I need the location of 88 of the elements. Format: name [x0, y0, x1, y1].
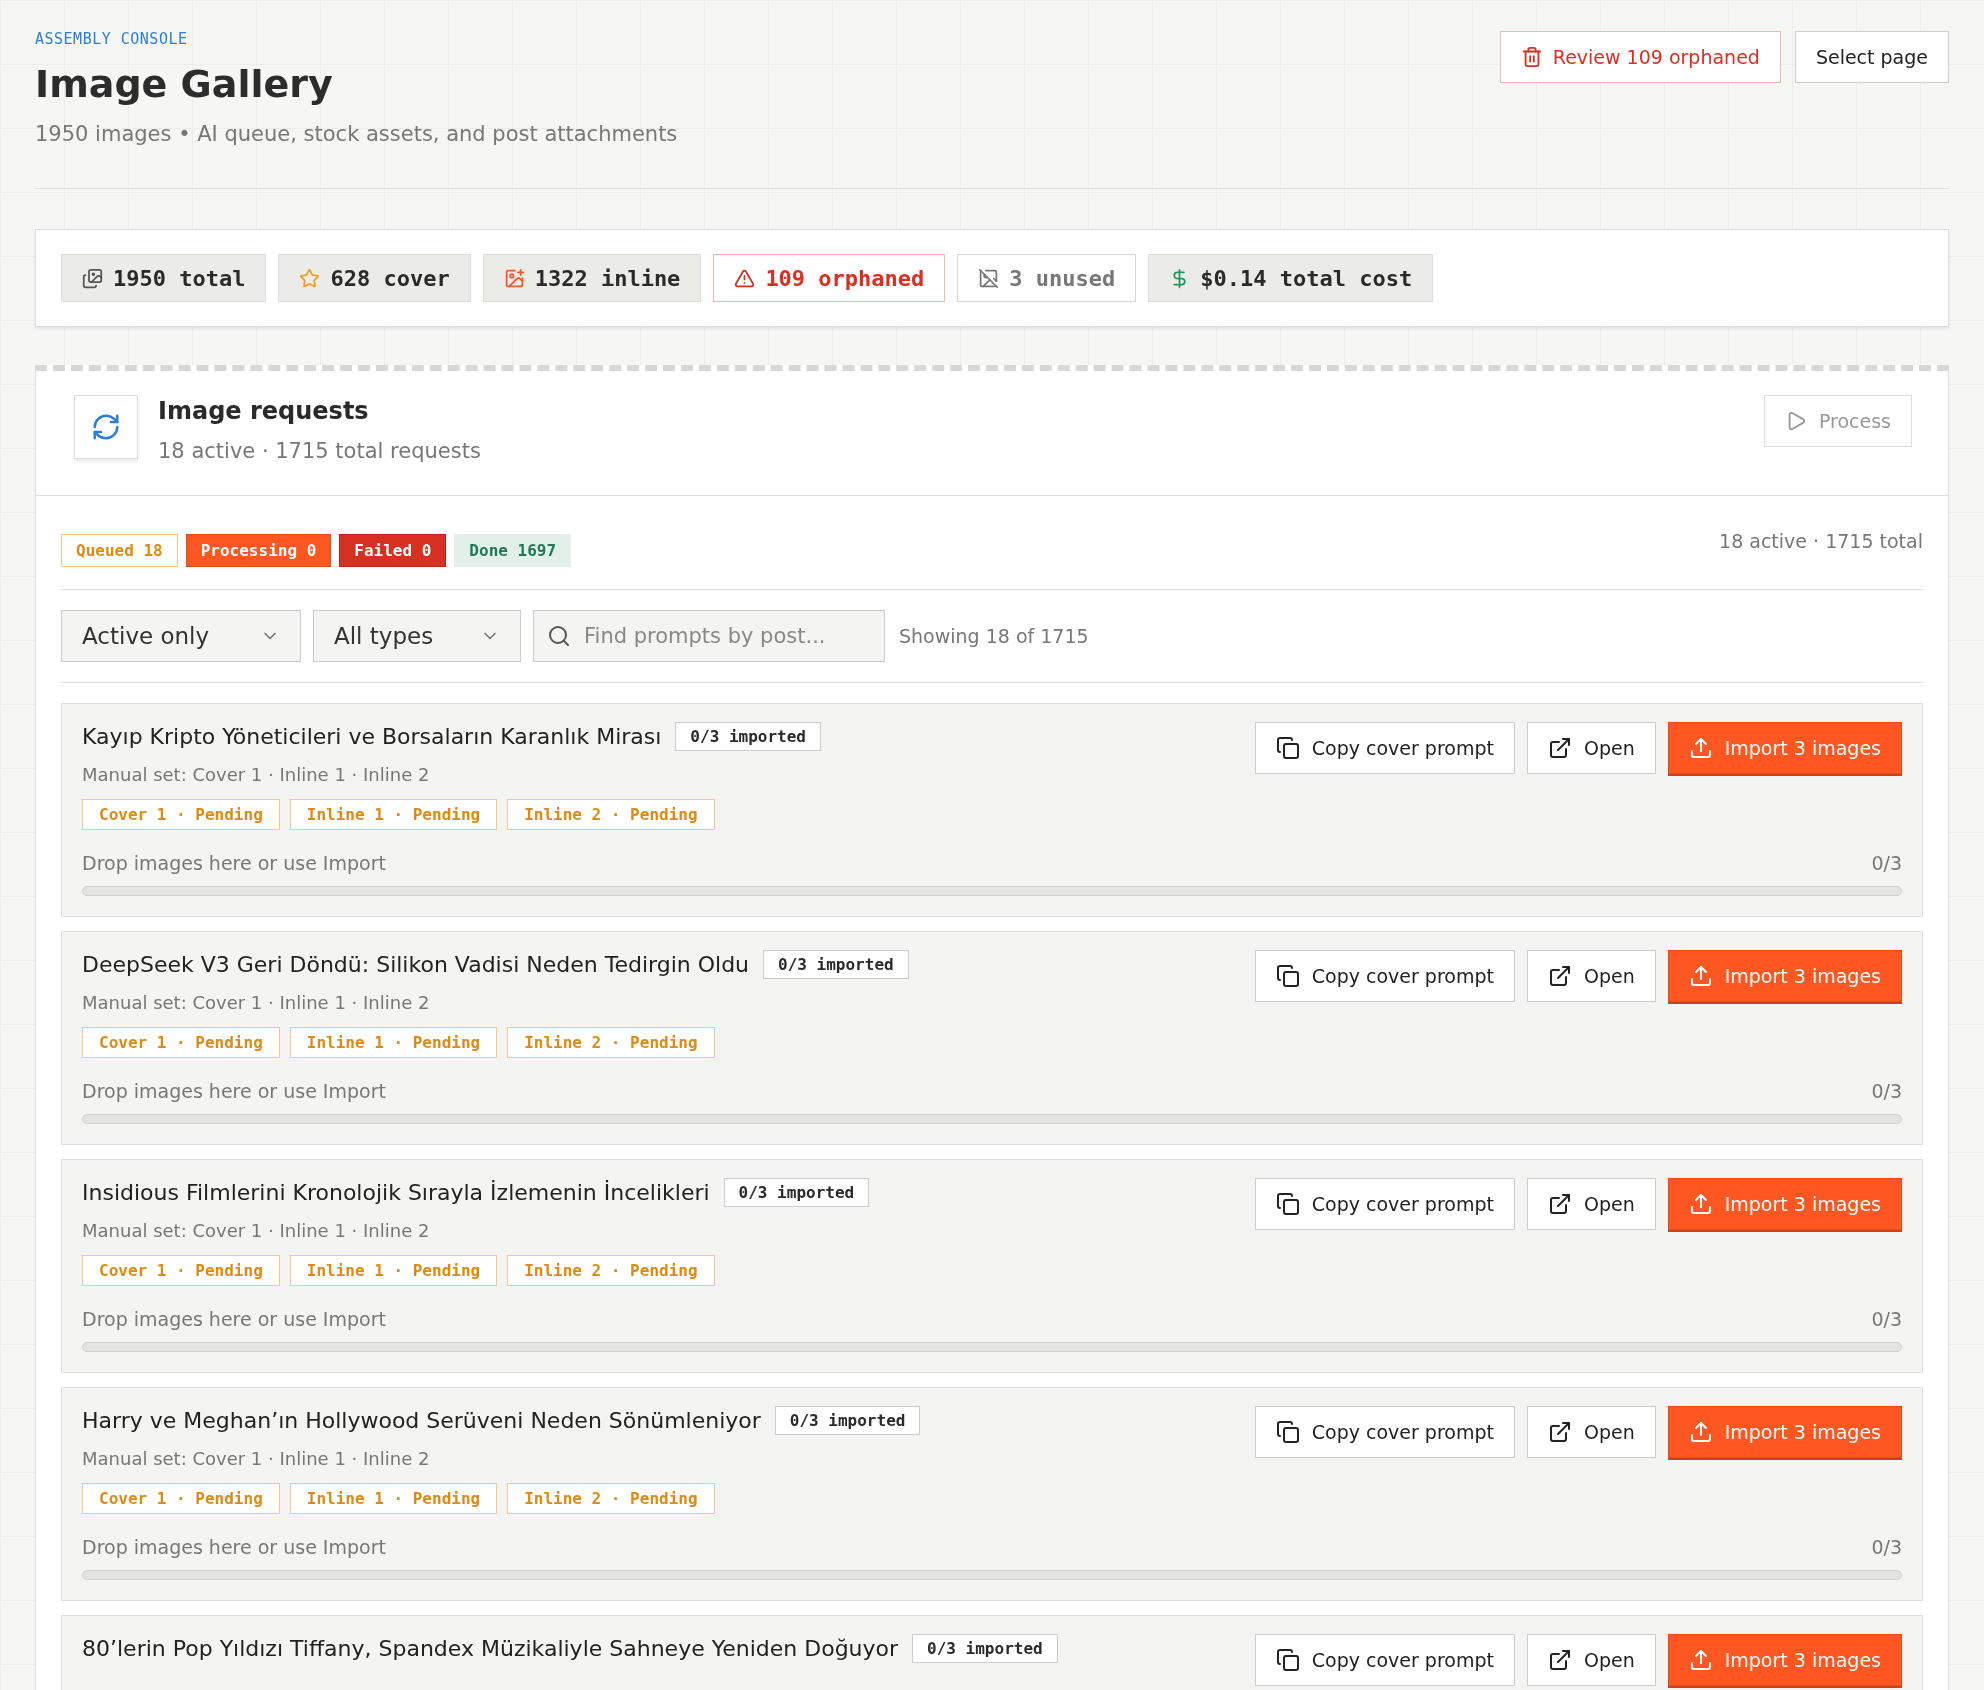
- progress-count: 0/3: [1871, 1308, 1902, 1330]
- manual-set-text: Manual set: Cover 1 · Inline 1 · Inline 2: [82, 764, 431, 785]
- external-link-icon: [1547, 1420, 1572, 1444]
- pending-tag: Inline 1 · Pending: [289, 1255, 498, 1286]
- pending-tag: Cover 1 · Pending: [82, 1027, 280, 1058]
- copy-prompt-button[interactable]: Copy cover prompt: [1254, 1178, 1515, 1230]
- stat-chip: 3 unused: [957, 254, 1137, 302]
- trash-icon: [1520, 46, 1543, 68]
- copy-prompt-button[interactable]: Copy cover prompt: [1254, 950, 1515, 1002]
- status-chip[interactable]: Done 1697: [454, 534, 572, 567]
- stat-chip: 628 cover: [278, 254, 471, 302]
- external-link-icon: [1547, 1648, 1572, 1672]
- pending-tag: Cover 1 · Pending: [82, 1255, 280, 1286]
- page-subtitle: 1950 images • AI queue, stock assets, and post attachments: [35, 122, 678, 146]
- showing-count: Showing 18 of 1715: [899, 625, 1089, 647]
- upload-icon: [1688, 1648, 1713, 1672]
- summary-text: 18 active · 1715 total: [1719, 530, 1923, 552]
- pending-tag: Inline 2 · Pending: [507, 1255, 715, 1286]
- refresh-icon: [91, 412, 121, 442]
- pending-tag: Inline 1 · Pending: [289, 1027, 498, 1058]
- upload-icon: [1688, 736, 1713, 760]
- upload-icon: [1688, 964, 1713, 988]
- external-link-icon: [1547, 736, 1572, 760]
- copy-icon: [1275, 1192, 1300, 1216]
- warning-icon: [734, 267, 756, 289]
- pending-tag: Cover 1 · Pending: [82, 1483, 280, 1514]
- pending-tag: Inline 2 · Pending: [507, 1483, 715, 1514]
- progress-count: 0/3: [1871, 852, 1902, 874]
- copy-icon: [1275, 736, 1300, 760]
- request-title: Insidious Filmlerini Kronolojik Sırayla İzlemenin İncelikleri: [82, 1180, 710, 1205]
- copy-prompt-button[interactable]: Copy cover prompt: [1254, 722, 1515, 774]
- search-icon: [547, 624, 571, 648]
- pending-tag: Inline 1 · Pending: [289, 799, 498, 830]
- panel-title: Image requests: [158, 397, 370, 425]
- imported-badge: 0/3 imported: [675, 722, 821, 751]
- imported-badge: 0/3 imported: [912, 1634, 1058, 1663]
- open-button[interactable]: Open: [1526, 1634, 1656, 1686]
- image-off-icon: [978, 267, 1000, 289]
- stat-chip: 109 orphaned: [713, 254, 946, 302]
- panel-subtitle: 18 active · 1715 total requests: [158, 439, 481, 463]
- progress-count: 0/3: [1871, 1536, 1902, 1558]
- page-title: Image Gallery: [35, 62, 334, 106]
- star-icon: [299, 267, 321, 289]
- pending-tag: Inline 2 · Pending: [507, 1027, 715, 1058]
- upload-icon: [1688, 1192, 1713, 1216]
- imported-badge: 0/3 imported: [763, 950, 909, 979]
- external-link-icon: [1547, 1192, 1572, 1216]
- stat-chip: 1322 inline: [482, 254, 702, 302]
- manual-set-text: Manual set: Cover 1 · Inline 1 · Inline 2: [82, 992, 431, 1013]
- open-button[interactable]: Open: [1526, 1178, 1656, 1230]
- request-title: Harry ve Meghan’ın Hollywood Serüveni Neden Sönümleniyor: [82, 1408, 761, 1433]
- open-button[interactable]: Open: [1526, 1406, 1656, 1458]
- copy-prompt-button[interactable]: Copy cover prompt: [1254, 1634, 1515, 1686]
- stat-chip: $0.14 total cost: [1148, 254, 1434, 302]
- select-page-button[interactable]: Select page: [1794, 31, 1949, 83]
- manual-set-text: Manual set: Cover 1 · Inline 1 · Inline 2: [82, 1448, 431, 1469]
- open-button[interactable]: Open: [1526, 950, 1656, 1002]
- external-link-icon: [1547, 964, 1572, 988]
- image-plus-icon: [503, 267, 525, 289]
- copy-icon: [1275, 1648, 1300, 1672]
- refresh-icon-box[interactable]: [74, 395, 138, 459]
- stat-chip: 1950 total: [61, 254, 267, 302]
- type-dropdown[interactable]: All types: [313, 610, 521, 662]
- request-title: Kayıp Kripto Yöneticileri ve Borsaların Karanlık Mirası: [82, 724, 662, 749]
- open-button[interactable]: Open: [1526, 722, 1656, 774]
- images-icon: [82, 267, 103, 289]
- copy-icon: [1275, 1420, 1300, 1444]
- pending-tag: Cover 1 · Pending: [82, 799, 280, 830]
- request-title: DeepSeek V3 Geri Döndü: Silikon Vadisi Neden Tedirgin Oldu: [82, 952, 750, 977]
- pending-tag: Inline 2 · Pending: [507, 799, 715, 830]
- imported-badge: 0/3 imported: [723, 1178, 870, 1207]
- progress-count: 0/3: [1871, 1080, 1902, 1102]
- imported-badge: 0/3 imported: [774, 1406, 921, 1435]
- drop-hint: Drop images here or use Import: [82, 1080, 386, 1102]
- search-field[interactable]: Find prompts by post...: [533, 610, 885, 662]
- status-chip[interactable]: Failed 0: [339, 534, 447, 567]
- copy-icon: [1275, 964, 1300, 988]
- review-orphaned-button[interactable]: Review 109 orphaned: [1499, 31, 1781, 83]
- manual-set-text: Manual set: Cover 1 · Inline 1 · Inline 2: [82, 1220, 431, 1241]
- request-title: 80’lerin Pop Yıldızı Tiffany, Spandex Müzikaliyle Sahneye Yeniden Doğuyor: [82, 1636, 899, 1661]
- drop-hint: Drop images here or use Import: [82, 852, 386, 874]
- pending-tag: Inline 1 · Pending: [289, 1483, 498, 1514]
- status-dropdown[interactable]: Active only: [61, 610, 301, 662]
- upload-icon: [1688, 1420, 1713, 1444]
- eyebrow-label: ASSEMBLY CONSOLE: [35, 30, 189, 48]
- copy-prompt-button[interactable]: Copy cover prompt: [1254, 1406, 1515, 1458]
- drop-hint: Drop images here or use Import: [82, 1536, 386, 1558]
- drop-hint: Drop images here or use Import: [82, 1308, 386, 1330]
